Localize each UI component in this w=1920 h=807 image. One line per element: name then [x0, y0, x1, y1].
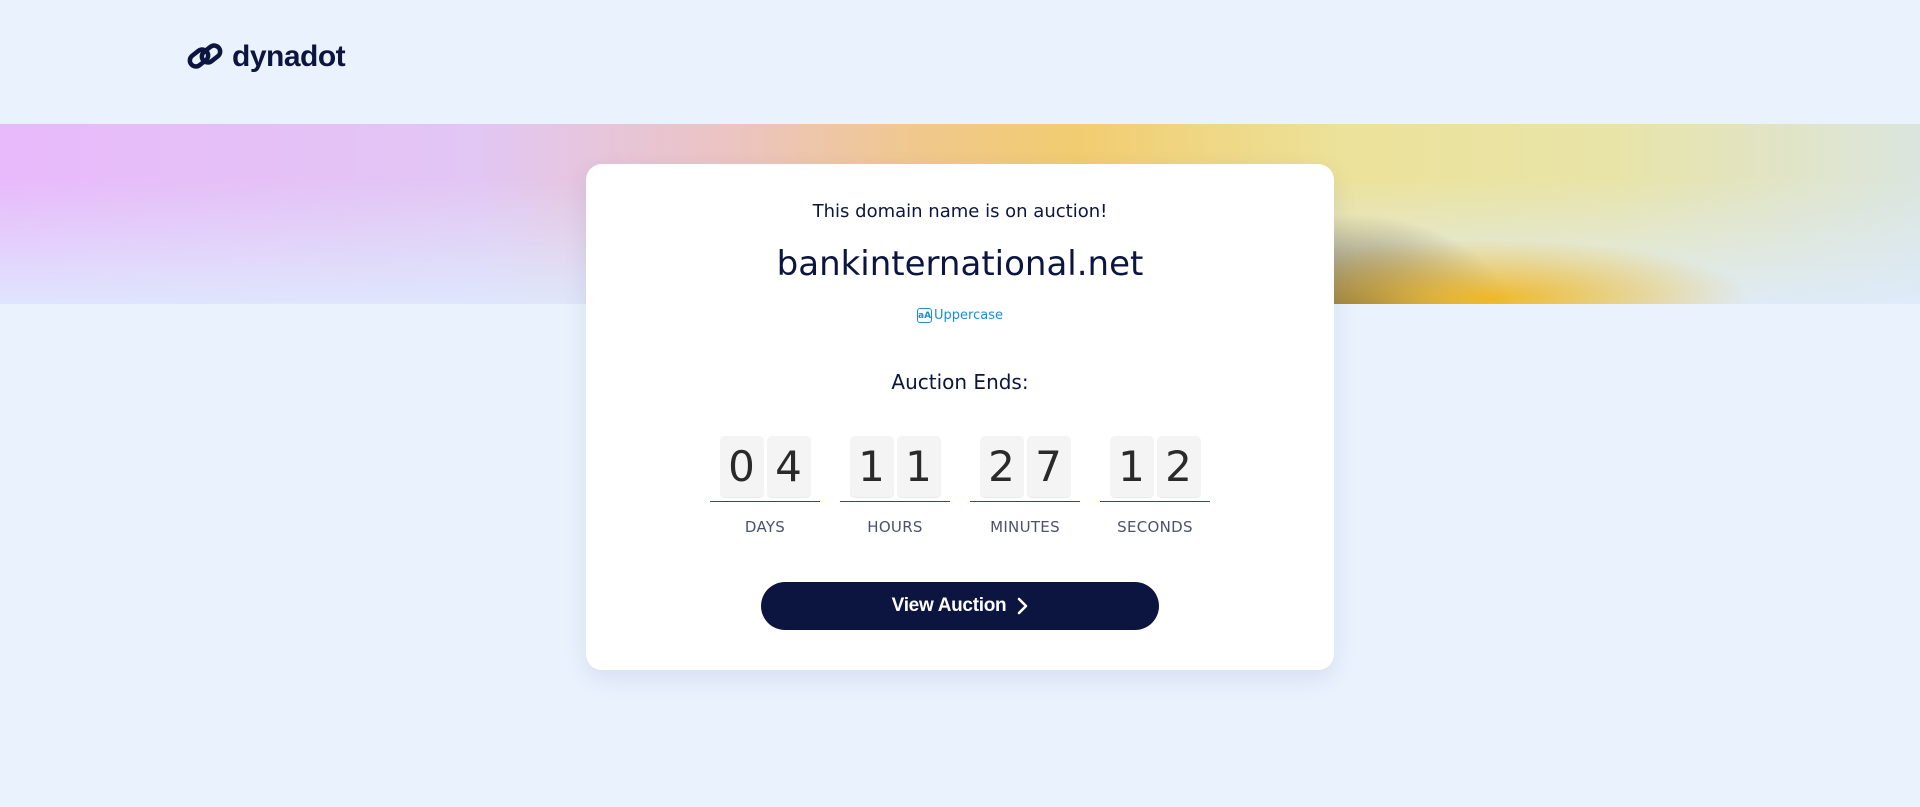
- view-auction-label: View Auction: [891, 595, 1007, 616]
- unit-label: HOURS: [867, 518, 923, 536]
- countdown-timer: 0 4 DAYS 1 1 HOURS 2 7 MINUTES 1 2 SECON…: [710, 436, 1210, 536]
- view-auction-button[interactable]: View Auction: [761, 582, 1159, 630]
- countdown-days: 0 4 DAYS: [710, 436, 820, 536]
- domain-name: bankinternational.net: [776, 244, 1144, 284]
- digit: 1: [1109, 436, 1154, 498]
- digit: 1: [849, 436, 894, 498]
- auction-ends-label: Auction Ends:: [891, 370, 1029, 394]
- digit: 2: [1156, 436, 1201, 498]
- countdown-seconds: 1 2 SECONDS: [1100, 436, 1210, 536]
- digit: 1: [896, 436, 941, 498]
- link-chain-icon: [186, 38, 224, 76]
- countdown-hours: 1 1 HOURS: [840, 436, 950, 536]
- digit: 4: [766, 436, 811, 498]
- uppercase-toggle[interactable]: aA Uppercase: [586, 308, 1334, 323]
- digit-group: 2 7: [970, 436, 1080, 502]
- digit-group: 1 1: [840, 436, 950, 502]
- digit: 2: [979, 436, 1024, 498]
- uppercase-label: Uppercase: [934, 308, 1003, 323]
- countdown-minutes: 2 7 MINUTES: [970, 436, 1080, 536]
- digit-group: 0 4: [710, 436, 820, 502]
- dynadot-logo[interactable]: dynadot: [186, 38, 346, 76]
- chevron-right-icon: [1016, 597, 1028, 615]
- auction-notice: This domain name is on auction!: [812, 201, 1108, 222]
- brand-name: dynadot: [232, 40, 346, 73]
- unit-label: MINUTES: [990, 518, 1060, 536]
- digit: 0: [719, 436, 764, 498]
- digit: 7: [1026, 436, 1071, 498]
- site-header: dynadot: [0, 0, 1920, 124]
- unit-label: SECONDS: [1117, 518, 1193, 536]
- unit-label: DAYS: [744, 518, 786, 536]
- digit-group: 1 2: [1100, 436, 1210, 502]
- auction-card: This domain name is on auction! bankinte…: [586, 164, 1334, 670]
- case-toggle-icon: aA: [917, 308, 933, 323]
